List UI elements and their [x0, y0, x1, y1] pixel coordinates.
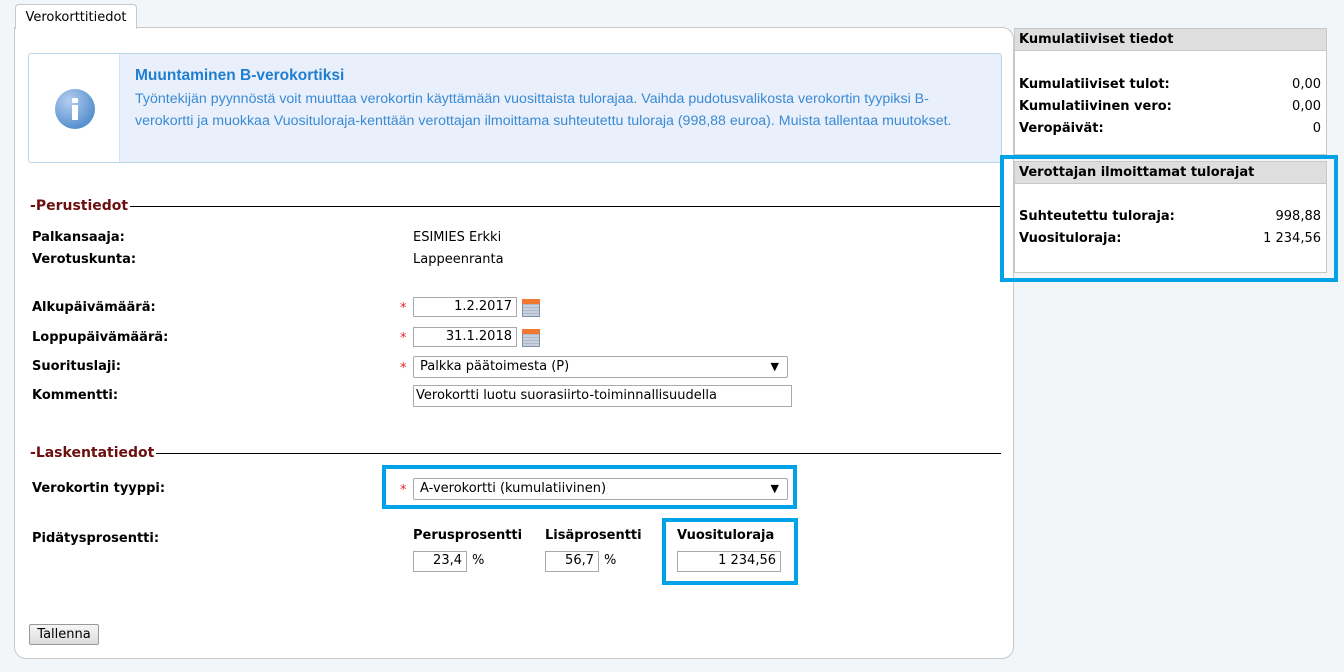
- info-row: Kumulatiivinen vero: 0,00: [1019, 99, 1321, 114]
- vuosituloraja-label: Vuosituloraja: [677, 528, 775, 543]
- chevron-down-icon: ▼: [770, 360, 779, 373]
- suorituslaji-label: Suorituslaji:: [32, 359, 121, 374]
- vuosituloraja-input[interactable]: 1 234,56: [677, 551, 781, 572]
- calendar-icon[interactable]: [522, 299, 540, 317]
- verotuskunta-label: Verotuskunta:: [32, 252, 137, 267]
- lisaprosentti-input[interactable]: 56,7: [545, 551, 599, 572]
- verokortin-tyyppi-select[interactable]: A-verokortti (kumulatiivinen) ▼: [413, 478, 788, 500]
- required-icon: *: [400, 331, 407, 346]
- pidatysprosentti-label: Pidätysprosentti:: [32, 531, 160, 546]
- perusprosentti-input[interactable]: 23,4: [413, 551, 467, 572]
- verotuskunta-value: Lappeenranta: [413, 252, 504, 267]
- info-row: Kumulatiiviset tulot: 0,00: [1019, 77, 1321, 92]
- required-icon: *: [400, 361, 407, 376]
- alkupaivamaara-label: Alkupäivämäärä:: [32, 300, 156, 315]
- info-icon-area: [29, 54, 120, 162]
- info-box: Muuntaminen B-verokortiksi Työntekijän p…: [28, 53, 1002, 163]
- info-text: Työntekijän pyynnöstä voit muuttaa verok…: [135, 91, 952, 129]
- verokortin-tyyppi-label: Verokortin tyyppi:: [32, 481, 166, 496]
- required-icon: *: [400, 301, 407, 316]
- tab-label: Verokorttitiedot: [25, 10, 127, 25]
- alkupaivamaara-input[interactable]: 1.2.2017: [413, 297, 517, 317]
- percent-sign: %: [604, 553, 617, 568]
- divider: [28, 453, 1001, 454]
- suorituslaji-select[interactable]: Palkka päätoimesta (P) ▼: [413, 356, 788, 378]
- highlight-frame: [1000, 155, 1338, 282]
- percent-sign: %: [472, 553, 485, 568]
- chevron-down-icon: ▼: [770, 482, 779, 495]
- verokortin-tyyppi-value: A-verokortti (kumulatiivinen): [420, 481, 607, 496]
- lisaprosentti-label: Lisäprosentti: [545, 528, 642, 543]
- perusprosentti-label: Perusprosentti: [413, 528, 523, 543]
- info-icon: [55, 89, 95, 129]
- kommentti-label: Kommentti:: [32, 388, 119, 403]
- section-laskentatiedot: -Laskentatiedot: [28, 445, 157, 461]
- suorituslaji-value: Palkka päätoimesta (P): [420, 359, 570, 374]
- loppupaivamaara-label: Loppupäivämäärä:: [32, 330, 169, 345]
- loppupaivamaara-input[interactable]: 31.1.2018: [413, 327, 517, 347]
- required-icon: *: [400, 483, 407, 498]
- palkansaaja-label: Palkansaaja:: [32, 230, 125, 245]
- kommentti-input[interactable]: Verokortti luotu suorasiirto-toiminnalli…: [413, 385, 792, 407]
- kumulatiiviset-panel: Kumulatiiviset tiedot Kumulatiiviset tul…: [1014, 28, 1327, 155]
- save-button[interactable]: Tallenna: [29, 624, 99, 645]
- info-row: Veropäivät: 0: [1019, 121, 1321, 136]
- palkansaaja-value: ESIMIES Erkki: [413, 230, 502, 245]
- divider: [28, 206, 1001, 207]
- section-perustiedot: -Perustiedot: [28, 198, 131, 214]
- calendar-icon[interactable]: [522, 329, 540, 347]
- kumulatiiviset-title: Kumulatiiviset tiedot: [1015, 29, 1326, 51]
- info-title: Muuntaminen B-verokortiksi: [135, 67, 345, 84]
- tab-verokorttitiedot[interactable]: Verokorttitiedot: [15, 4, 137, 29]
